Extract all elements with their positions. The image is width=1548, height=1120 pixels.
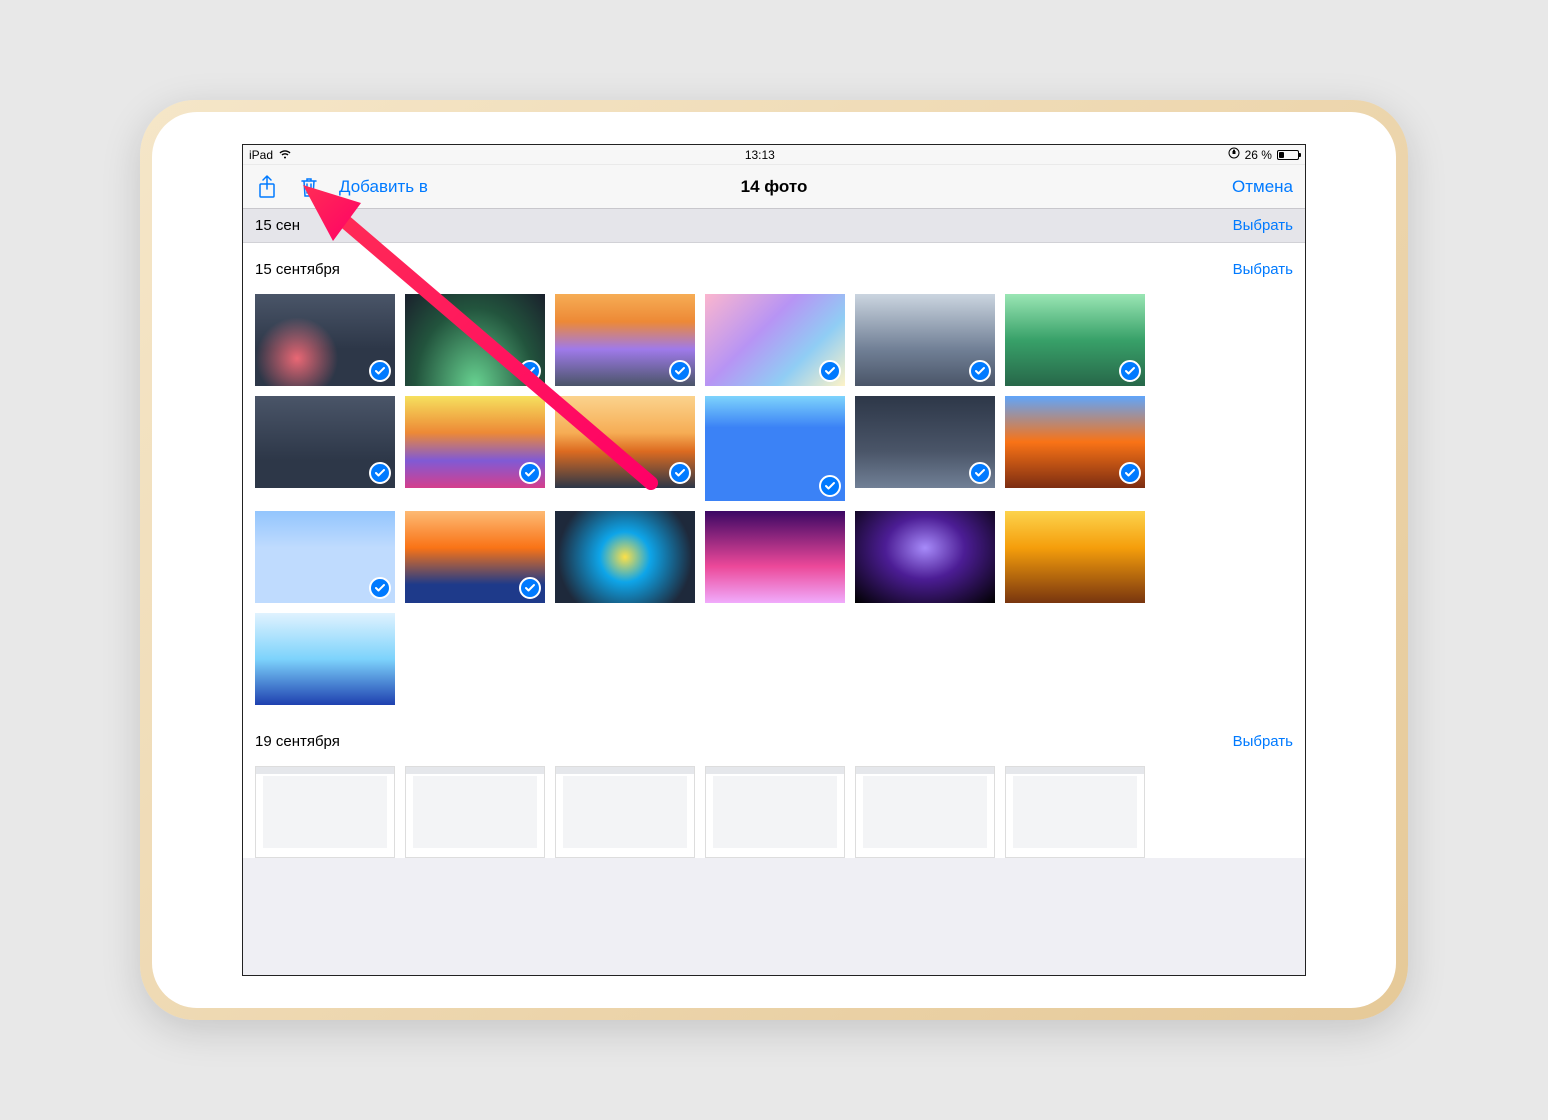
photo-thumbnail[interactable] bbox=[255, 294, 395, 386]
selected-checkmark-icon bbox=[1119, 462, 1141, 484]
select-link[interactable]: Выбрать bbox=[1233, 733, 1293, 750]
photo-thumbnail[interactable] bbox=[1005, 766, 1145, 858]
trash-button[interactable] bbox=[297, 175, 321, 199]
rotation-lock-icon bbox=[1228, 147, 1240, 162]
selected-checkmark-icon bbox=[819, 360, 841, 382]
ipad-device-frame: iPad 13:13 26 % bbox=[140, 100, 1408, 1020]
selected-checkmark-icon bbox=[669, 462, 691, 484]
section-date: 15 сентября bbox=[255, 261, 340, 278]
photo-thumbnail[interactable] bbox=[1005, 294, 1145, 386]
section-header: 15 сентября Выбрать bbox=[243, 243, 1305, 286]
selected-checkmark-icon bbox=[369, 360, 391, 382]
selected-checkmark-icon bbox=[1119, 360, 1141, 382]
selected-checkmark-icon bbox=[969, 360, 991, 382]
photo-thumbnail[interactable] bbox=[705, 396, 845, 501]
content-scroll[interactable]: 15 сен Выбрать 15 сентября Выбрать 19 се… bbox=[243, 209, 1305, 975]
photo-thumbnail[interactable] bbox=[255, 766, 395, 858]
photo-thumbnail[interactable] bbox=[405, 294, 545, 386]
device-bezel: iPad 13:13 26 % bbox=[152, 112, 1396, 1008]
photo-thumbnail[interactable] bbox=[405, 511, 545, 603]
selected-checkmark-icon bbox=[519, 360, 541, 382]
section-header-partial: 15 сен Выбрать bbox=[243, 209, 1305, 243]
share-icon bbox=[257, 175, 277, 199]
photo-thumbnail[interactable] bbox=[555, 766, 695, 858]
photo-thumbnail[interactable] bbox=[855, 766, 995, 858]
photo-thumbnail[interactable] bbox=[705, 294, 845, 386]
cancel-button[interactable]: Отмена bbox=[1232, 177, 1293, 197]
photo-thumbnail[interactable] bbox=[855, 396, 995, 488]
battery-percent: 26 % bbox=[1245, 148, 1272, 162]
battery-icon bbox=[1277, 150, 1299, 160]
photo-thumbnail[interactable] bbox=[555, 294, 695, 386]
status-bar: iPad 13:13 26 % bbox=[243, 145, 1305, 165]
photo-thumbnail[interactable] bbox=[555, 511, 695, 603]
section-header: 19 сентября Выбрать bbox=[243, 727, 1305, 758]
photo-grid bbox=[243, 758, 1305, 858]
photo-thumbnail[interactable] bbox=[405, 766, 545, 858]
section-date: 15 сен bbox=[255, 217, 300, 234]
photo-thumbnail[interactable] bbox=[705, 511, 845, 603]
selected-checkmark-icon bbox=[519, 577, 541, 599]
navigation-bar: Добавить в 14 фото Отмена bbox=[243, 165, 1305, 209]
wifi-icon bbox=[278, 148, 292, 162]
select-link[interactable]: Выбрать bbox=[1233, 261, 1293, 278]
photo-thumbnail[interactable] bbox=[705, 766, 845, 858]
photo-thumbnail[interactable] bbox=[855, 294, 995, 386]
photo-thumbnail[interactable] bbox=[1005, 396, 1145, 488]
photo-thumbnail[interactable] bbox=[255, 511, 395, 603]
photo-grid bbox=[243, 286, 1305, 727]
photo-thumbnail[interactable] bbox=[405, 396, 545, 488]
selected-checkmark-icon bbox=[969, 462, 991, 484]
selected-checkmark-icon bbox=[819, 475, 841, 497]
section-date: 19 сентября bbox=[255, 733, 340, 750]
device-label: iPad bbox=[249, 148, 273, 162]
add-to-button[interactable]: Добавить в bbox=[339, 177, 428, 197]
select-link[interactable]: Выбрать bbox=[1233, 217, 1293, 234]
screen: iPad 13:13 26 % bbox=[242, 144, 1306, 976]
photo-thumbnail[interactable] bbox=[855, 511, 995, 603]
trash-icon bbox=[299, 176, 319, 198]
selected-checkmark-icon bbox=[369, 577, 391, 599]
selected-checkmark-icon bbox=[669, 360, 691, 382]
photo-thumbnail[interactable] bbox=[255, 613, 395, 705]
selected-checkmark-icon bbox=[369, 462, 391, 484]
nav-title: 14 фото bbox=[741, 177, 808, 197]
selected-checkmark-icon bbox=[519, 462, 541, 484]
photo-thumbnail[interactable] bbox=[255, 396, 395, 488]
status-time: 13:13 bbox=[745, 148, 775, 162]
share-button[interactable] bbox=[255, 175, 279, 199]
photo-thumbnail[interactable] bbox=[1005, 511, 1145, 603]
photo-thumbnail[interactable] bbox=[555, 396, 695, 488]
